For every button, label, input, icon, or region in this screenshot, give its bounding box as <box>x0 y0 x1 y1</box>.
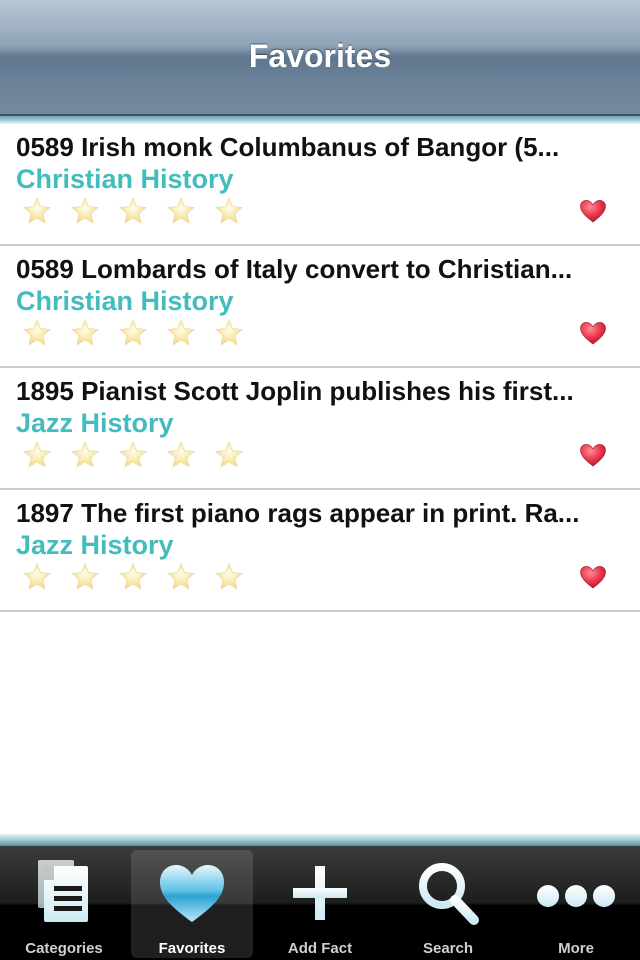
star-icon[interactable] <box>214 196 244 226</box>
fact-title: 0589 Irish monk Columbanus of Bangor (5.… <box>16 132 560 162</box>
plus-icon <box>293 866 347 920</box>
favorite-heart-icon[interactable] <box>578 442 608 468</box>
favorite-row[interactable]: 0589 Lombards of Italy convert to Christ… <box>0 246 640 368</box>
tab-label: More <box>558 940 594 957</box>
fact-category: Christian History <box>16 164 234 194</box>
fact-title: 0589 Lombards of Italy convert to Christ… <box>16 254 573 284</box>
ellipsis-icon <box>537 885 615 907</box>
star-icon[interactable] <box>166 562 196 592</box>
navigation-bar: Favorites <box>0 0 640 116</box>
tab-label: Add Fact <box>287 940 353 957</box>
magnifier-icon <box>419 863 479 925</box>
star-rating[interactable] <box>22 196 262 226</box>
favorites-list: 0589 Irish monk Columbanus of Bangor (5.… <box>0 124 640 612</box>
star-icon[interactable] <box>118 440 148 470</box>
tab-label: Categories <box>25 940 103 957</box>
favorite-row[interactable]: 1895 Pianist Scott Joplin publishes his … <box>0 368 640 490</box>
favorite-row[interactable]: 0589 Irish monk Columbanus of Bangor (5.… <box>0 124 640 246</box>
star-icon[interactable] <box>166 440 196 470</box>
tabbar-accent-strip <box>0 834 640 846</box>
star-rating[interactable] <box>22 318 262 348</box>
star-icon[interactable] <box>214 318 244 348</box>
star-icon[interactable] <box>70 562 100 592</box>
star-icon[interactable] <box>118 318 148 348</box>
tab-add-fact[interactable]: Add Fact <box>256 846 384 960</box>
star-icon[interactable] <box>70 440 100 470</box>
navbar-accent-strip <box>0 116 640 124</box>
tab-favorites[interactable]: Favorites <box>128 846 256 960</box>
star-rating[interactable] <box>22 562 262 592</box>
star-icon[interactable] <box>118 196 148 226</box>
tab-categories[interactable]: Categories <box>0 846 128 960</box>
star-icon[interactable] <box>118 562 148 592</box>
star-icon[interactable] <box>214 440 244 470</box>
tab-search[interactable]: Search <box>384 846 512 960</box>
star-icon[interactable] <box>70 318 100 348</box>
tab-label: Search <box>422 940 474 957</box>
tab-more[interactable]: More <box>512 846 640 960</box>
fact-category: Christian History <box>16 286 234 316</box>
favorite-row[interactable]: 1897 The first piano rags appear in prin… <box>0 490 640 612</box>
fact-category: Jazz History <box>16 530 174 560</box>
favorite-heart-icon[interactable] <box>578 198 608 224</box>
star-icon[interactable] <box>166 196 196 226</box>
fact-title: 1895 Pianist Scott Joplin publishes his … <box>16 376 574 406</box>
tab-label: Favorites <box>158 940 226 957</box>
page-title: Favorites <box>248 38 392 74</box>
star-rating[interactable] <box>22 440 262 470</box>
tab-bar: Categories Favorites Add Fact Search More <box>0 846 640 960</box>
star-icon[interactable] <box>22 440 52 470</box>
star-icon[interactable] <box>214 562 244 592</box>
star-icon[interactable] <box>22 562 52 592</box>
fact-category: Jazz History <box>16 408 174 438</box>
star-icon[interactable] <box>22 196 52 226</box>
document-list-icon <box>38 860 88 922</box>
fact-title: 1897 The first piano rags appear in prin… <box>16 498 580 528</box>
star-icon[interactable] <box>22 318 52 348</box>
star-icon[interactable] <box>70 196 100 226</box>
favorite-heart-icon[interactable] <box>578 320 608 346</box>
favorite-heart-icon[interactable] <box>578 564 608 590</box>
star-icon[interactable] <box>166 318 196 348</box>
heart-icon <box>160 865 224 922</box>
